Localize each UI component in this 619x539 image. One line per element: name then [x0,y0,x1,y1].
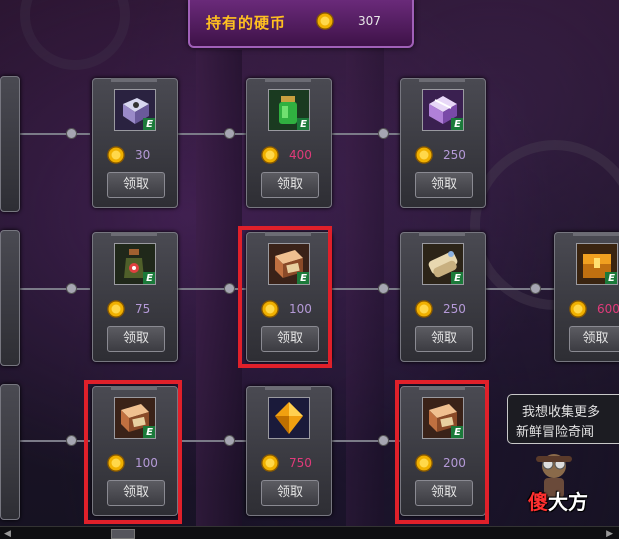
claim-button[interactable]: 领取 [261,480,319,506]
claim-button[interactable]: 领取 [569,326,619,352]
gold-coin-icon [107,300,125,318]
path-connector [178,288,246,290]
path-node [378,283,389,294]
watermark-logo: 傻大方 [528,490,588,514]
reward-card-partial [0,76,20,212]
highlight-box [238,226,332,368]
reward-card: E 250 领取 [400,232,486,362]
claim-button[interactable]: 领取 [107,326,165,352]
coin-count: 307 [358,14,381,28]
background-pillar [196,50,242,530]
path-connector [20,288,90,290]
reward-card-partial [0,384,20,520]
path-node [66,128,77,139]
claim-button[interactable]: 领取 [107,172,165,198]
gold-coin-icon [261,146,279,164]
gold-coin-icon [107,146,125,164]
item-price: 750 [289,456,312,470]
claim-button[interactable]: 领取 [261,172,319,198]
coin-header-title: 持有的硬币 [206,14,287,32]
gold-coin-icon [569,300,587,318]
npc-speech-bubble: 我想收集更多 新鲜冒险奇闻 [507,394,619,444]
reward-card: E 400 领取 [246,78,332,208]
item-price: 30 [135,148,151,162]
gold-coin-icon [316,12,334,30]
purple-box-icon: E [422,89,464,131]
path-node [66,435,77,446]
item-price: 250 [443,148,466,162]
item-price: 250 [443,302,466,316]
reward-card: E 250 领取 [400,78,486,208]
horizontal-scrollbar[interactable]: ◀ ▶ [0,526,619,539]
path-node [224,435,235,446]
claim-button[interactable]: 领取 [415,326,473,352]
npc-speech-line: 我想收集更多 [522,405,601,420]
highlight-box [84,380,182,524]
gold-coin-icon [415,146,433,164]
gold-crystal-icon [268,397,310,439]
path-node [66,283,77,294]
path-connector [330,440,400,442]
path-connector [178,440,246,442]
scroll-icon: E [422,243,464,285]
bottle-icon: E [114,243,156,285]
path-connector [330,133,400,135]
path-connector [20,133,90,135]
path-node [224,283,235,294]
path-connector [486,288,554,290]
npc-speech-line: 新鲜冒险奇闻 [516,425,595,440]
reward-card-partial [0,230,20,366]
path-connector [330,288,400,290]
silver-box-icon: E [114,89,156,131]
reward-card: E 75 领取 [92,232,178,362]
path-node [378,435,389,446]
path-node [224,128,235,139]
gold-coin-icon [261,454,279,472]
reward-card: 750 领取 [246,386,332,516]
reward-card: E 30 领取 [92,78,178,208]
item-price: 400 [289,148,312,162]
highlight-box [395,380,489,524]
reward-card: E 600 领取 [554,232,619,362]
gold-coin-icon [415,300,433,318]
background-gear [20,0,130,70]
path-connector [20,440,90,442]
path-connector [178,133,246,135]
claim-button[interactable]: 领取 [415,172,473,198]
path-node [378,128,389,139]
green-potion-icon: E [268,89,310,131]
coin-header: 持有的硬币 307 [188,0,414,48]
gold-box-icon: E [576,243,618,285]
path-node [530,283,541,294]
item-price: 600 [597,302,619,316]
item-price: 75 [135,302,151,316]
